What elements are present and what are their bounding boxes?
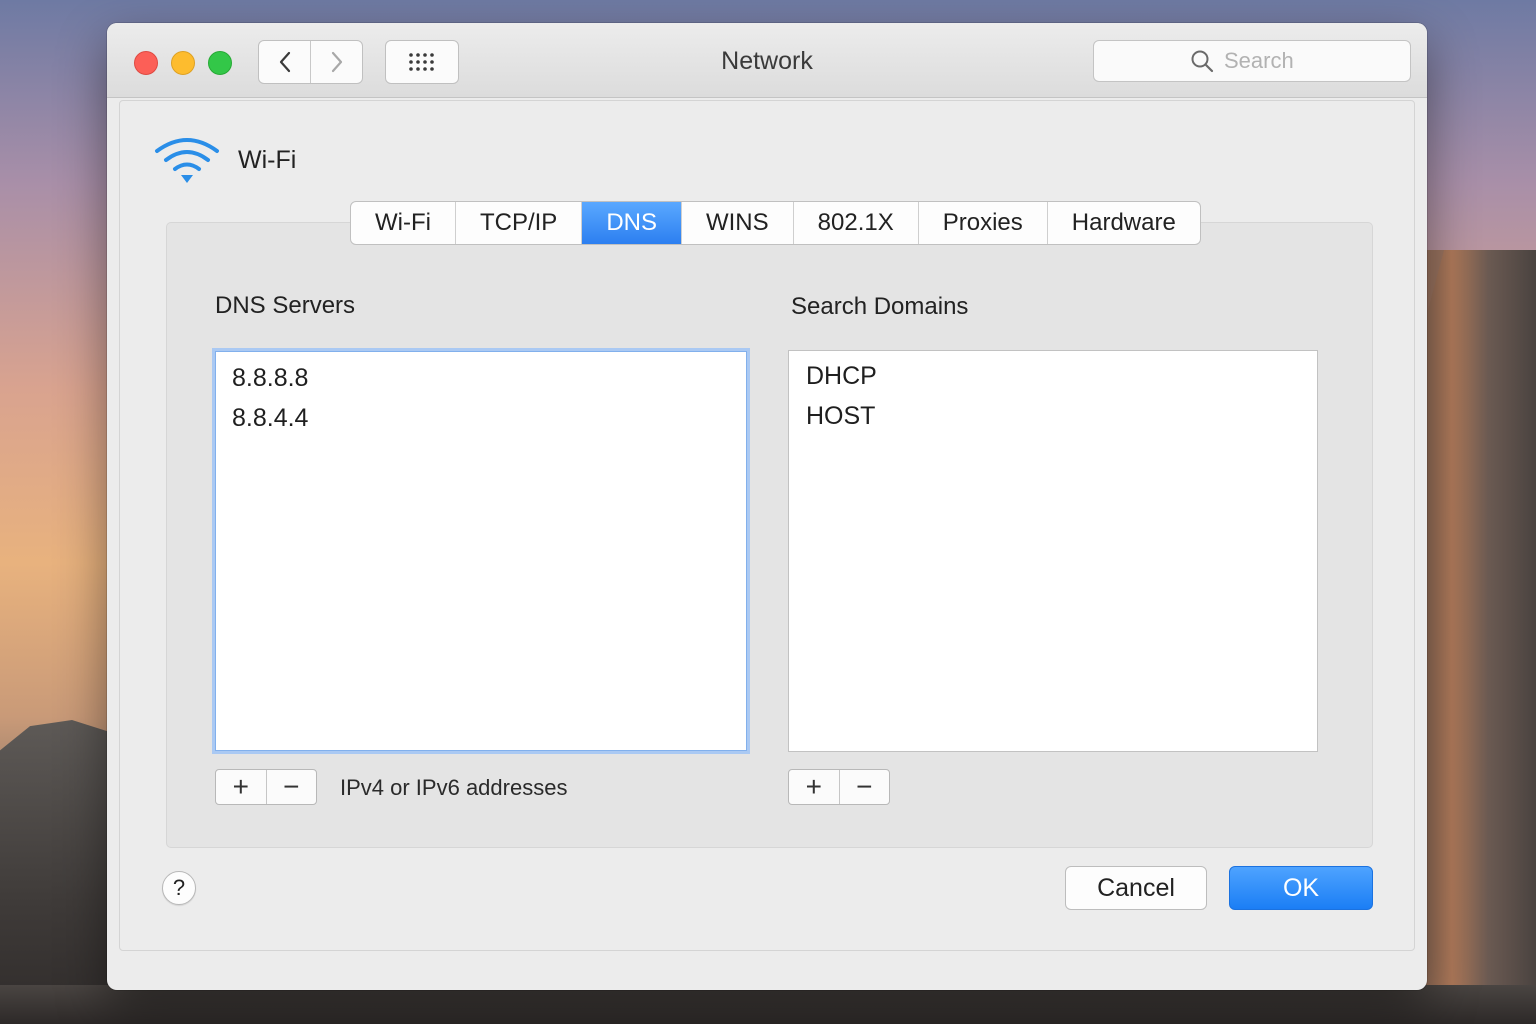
search-domains-controls: + − xyxy=(788,769,890,805)
tab-dns[interactable]: DNS xyxy=(581,202,681,244)
remove-search-domain-button[interactable]: − xyxy=(838,770,890,804)
tab-proxies[interactable]: Proxies xyxy=(917,202,1047,244)
search-domains-label: Search Domains xyxy=(791,293,969,320)
desktop-wallpaper-ground xyxy=(0,985,1536,1024)
tab-wifi[interactable]: Wi-Fi xyxy=(351,202,455,244)
search-domain-item[interactable]: DHCP xyxy=(789,356,1317,396)
dns-server-item[interactable]: 8.8.4.4 xyxy=(216,398,746,438)
tab-8021x[interactable]: 802.1X xyxy=(792,202,918,244)
help-button[interactable]: ? xyxy=(162,871,196,905)
ok-button[interactable]: OK xyxy=(1229,866,1373,910)
search-field[interactable] xyxy=(1093,40,1411,82)
wifi-icon xyxy=(155,138,219,183)
cancel-button[interactable]: Cancel xyxy=(1065,866,1207,910)
search-icon xyxy=(1191,50,1214,73)
desktop-wallpaper-ridge xyxy=(0,720,120,1024)
remove-dns-server-button[interactable]: − xyxy=(265,770,317,804)
dns-server-item[interactable]: 8.8.8.8 xyxy=(216,358,746,398)
search-domain-item[interactable]: HOST xyxy=(789,396,1317,436)
dns-servers-hint: IPv4 or IPv6 addresses xyxy=(340,775,568,800)
search-domains-list[interactable]: DHCP HOST xyxy=(788,350,1318,752)
dns-servers-controls: + − xyxy=(215,769,317,805)
tab-bar: Wi-Fi TCP/IP DNS WINS 802.1X Proxies Har… xyxy=(350,201,1201,245)
tab-wins[interactable]: WINS xyxy=(680,202,793,244)
network-window: Network Wi-Fi Wi-Fi TCP/IP xyxy=(107,23,1427,990)
interface-header: Wi-Fi xyxy=(154,135,296,185)
title-bar: Network xyxy=(107,23,1427,98)
add-dns-server-button[interactable]: + xyxy=(216,770,266,804)
tab-tcpip[interactable]: TCP/IP xyxy=(454,202,581,244)
desktop-wallpaper-cliff xyxy=(1416,250,1536,1024)
dns-servers-label: DNS Servers xyxy=(215,292,356,319)
dns-servers-list[interactable]: 8.8.8.8 8.8.4.4 xyxy=(215,351,747,751)
network-pane: Wi-Fi Wi-Fi TCP/IP DNS WINS 802.1X Proxi… xyxy=(119,100,1415,951)
interface-name: Wi-Fi xyxy=(238,145,297,174)
add-search-domain-button[interactable]: + xyxy=(789,770,839,804)
search-input[interactable] xyxy=(1224,48,1314,74)
tab-hardware[interactable]: Hardware xyxy=(1046,202,1200,244)
